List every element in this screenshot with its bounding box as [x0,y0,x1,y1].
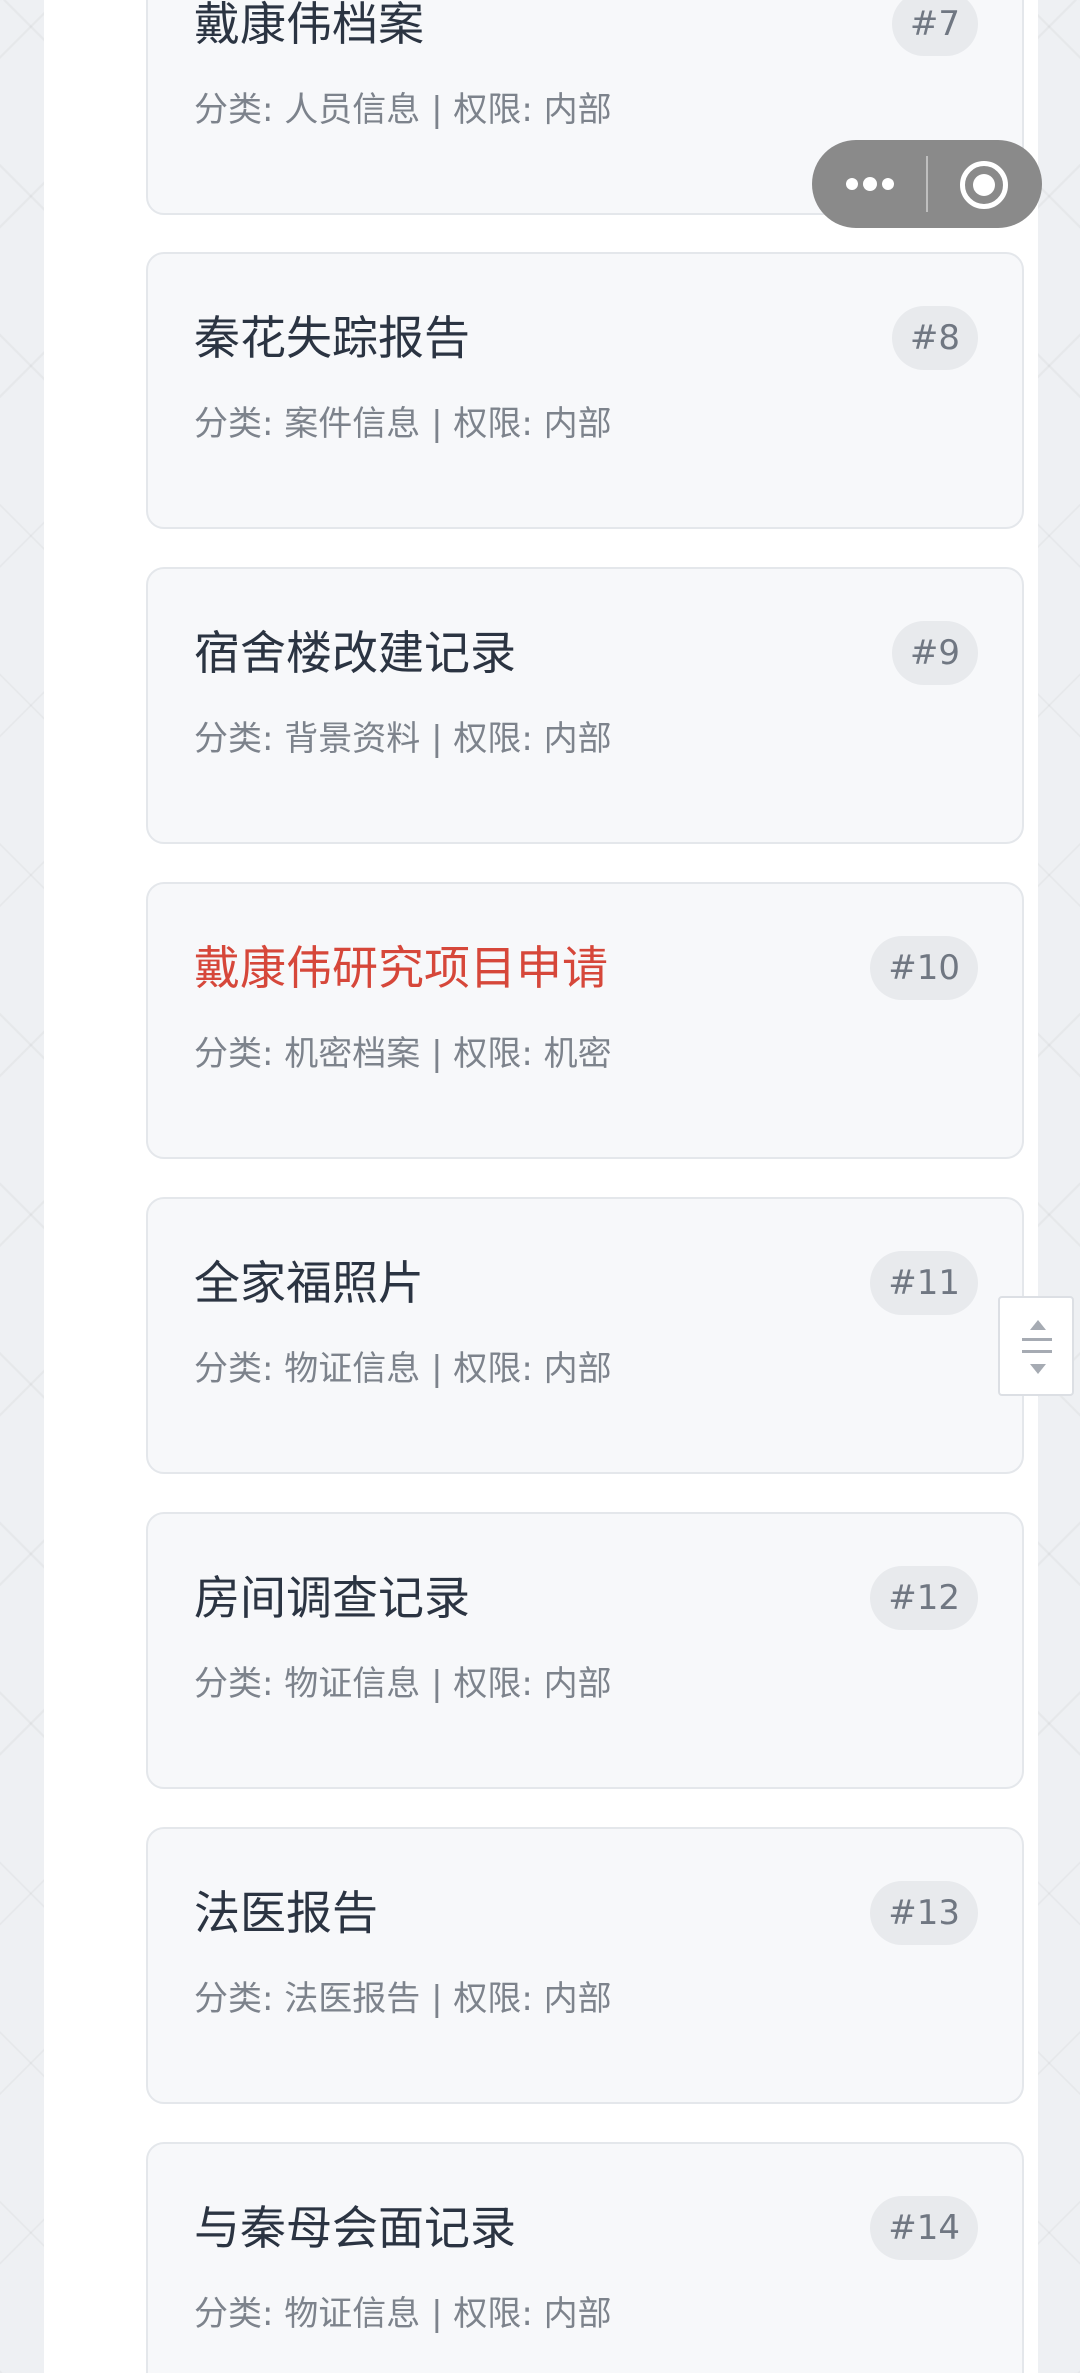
handle-line [1022,1350,1052,1353]
document-card[interactable]: 与秦母会面记录 #14 分类: 物证信息 | 权限: 内部 [146,2142,1024,2373]
target-circle-icon[interactable] [928,140,1042,228]
document-title: 房间调查记录 [194,1571,470,1625]
more-dots-icon[interactable] [812,140,926,228]
content-panel: 戴康伟档案 #7 分类: 人员信息 | 权限: 内部 秦花失踪报告 #8 分类:… [44,0,1038,2373]
document-meta: 分类: 人员信息 | 权限: 内部 [194,90,612,130]
arrow-down [1030,1364,1046,1374]
mini-program-capsule [812,140,1042,228]
document-title: 秦花失踪报告 [194,311,470,365]
document-title: 全家福照片 [194,1256,424,1310]
document-meta: 分类: 法医报告 | 权限: 内部 [194,1979,612,2019]
handle-line [1022,1338,1052,1341]
document-number-badge: #12 [870,1566,978,1630]
document-title: 法医报告 [194,1886,378,1940]
document-title: 戴康伟研究项目申请 [194,941,608,995]
document-card[interactable]: 法医报告 #13 分类: 法医报告 | 权限: 内部 [146,1827,1024,2104]
document-meta: 分类: 物证信息 | 权限: 内部 [194,2294,612,2334]
document-title: 与秦母会面记录 [194,2201,516,2255]
document-number-badge: #9 [891,621,978,685]
dot [863,177,877,191]
dot [846,178,858,190]
document-card[interactable]: 秦花失踪报告 #8 分类: 案件信息 | 权限: 内部 [146,252,1024,529]
document-meta: 分类: 物证信息 | 权限: 内部 [194,1664,612,1704]
drag-handle-icon[interactable] [998,1296,1074,1396]
document-meta: 分类: 物证信息 | 权限: 内部 [194,1349,612,1389]
document-card[interactable]: 房间调查记录 #12 分类: 物证信息 | 权限: 内部 [146,1512,1024,1789]
document-number-badge: #13 [870,1881,978,1945]
document-meta: 分类: 机密档案 | 权限: 机密 [194,1034,612,1074]
document-card[interactable]: 全家福照片 #11 分类: 物证信息 | 权限: 内部 [146,1197,1024,1474]
document-title: 戴康伟档案 [194,0,424,51]
document-title: 宿舍楼改建记录 [194,626,516,680]
document-number-badge: #7 [891,0,978,56]
document-card[interactable]: 宿舍楼改建记录 #9 分类: 背景资料 | 权限: 内部 [146,567,1024,844]
document-number-badge: #14 [870,2196,978,2260]
document-card-confidential[interactable]: 戴康伟研究项目申请 #10 分类: 机密档案 | 权限: 机密 [146,882,1024,1159]
document-meta: 分类: 背景资料 | 权限: 内部 [194,719,612,759]
dot [882,178,894,190]
document-number-badge: #11 [870,1251,978,1315]
arrow-up [1030,1320,1046,1330]
document-number-badge: #8 [891,306,978,370]
document-number-badge: #10 [870,936,978,1000]
ring-core [973,174,995,196]
document-meta: 分类: 案件信息 | 权限: 内部 [194,404,612,444]
